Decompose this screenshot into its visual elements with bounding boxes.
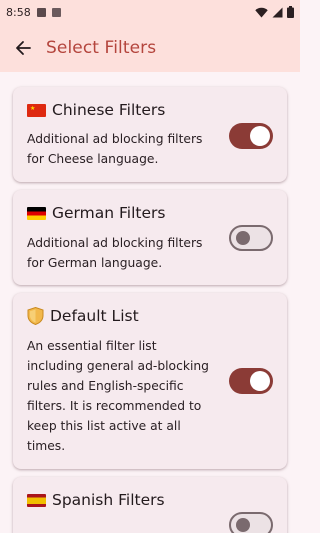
filter-list[interactable]: ★ Chinese Filters Additional ad blocking… [0,72,300,533]
filter-toggle-german[interactable] [229,225,273,251]
filter-toggle-chinese[interactable] [229,123,273,149]
signal-icon [272,7,283,17]
app-notification-icon [51,7,61,17]
status-bar: 8:58 [0,0,300,24]
filter-card-chinese: ★ Chinese Filters Additional ad blocking… [13,87,287,182]
spain-flag-icon [27,493,46,507]
filter-toggle-default[interactable] [229,368,273,394]
china-flag-icon: ★ [27,103,46,117]
filter-card-spanish: Spanish Filters [13,477,287,533]
filter-description: Additional ad blocking filters for Germa… [27,236,203,270]
filter-toggle-spanish[interactable] [229,512,273,533]
app-bar: Select Filters [0,24,300,72]
filter-description: An essential filter list including gener… [27,339,209,453]
filter-title: German Filters [52,204,166,222]
wifi-icon [255,7,268,17]
filter-title: Spanish Filters [52,491,165,509]
filter-card-german: German Filters Additional ad blocking fi… [13,190,287,285]
gallery-icon [36,7,46,17]
germany-flag-icon [27,206,46,220]
filter-title: Chinese Filters [52,101,166,119]
battery-icon [287,6,294,18]
arrow-back-icon [16,41,31,55]
filter-title: Default List [50,307,139,325]
filter-card-default: Default List An essential filter list in… [13,293,287,469]
back-button[interactable] [0,24,46,72]
status-time: 8:58 [6,5,31,19]
filter-description: Additional ad blocking filters for Chees… [27,132,203,166]
shield-icon [27,307,44,325]
page-title: Select Filters [46,38,157,58]
